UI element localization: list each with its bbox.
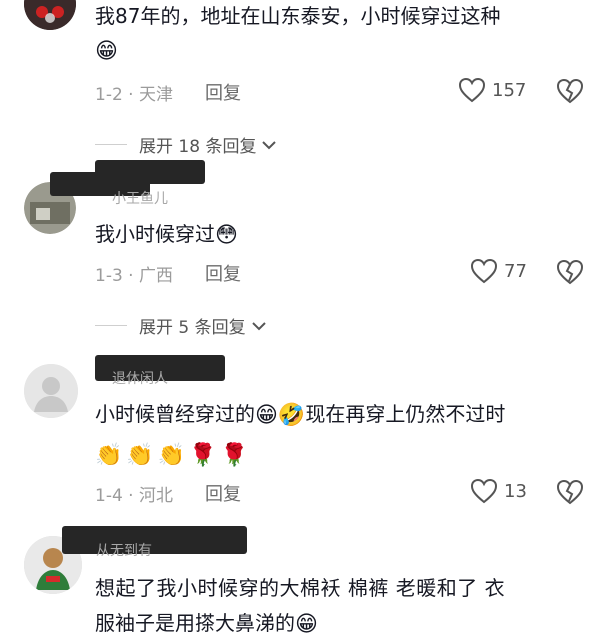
comment-meta: 1-4 · 河北 [95,486,173,506]
dislike-button[interactable] [556,259,584,289]
expand-label: 展开 18 条回复 [139,137,257,157]
broken-heart-icon [556,479,584,505]
like-button[interactable]: 157 [458,77,526,103]
comment-text-line2: 👏👏👏🌹🌹 [95,438,252,470]
comment-text: 我小时候穿过😳 [95,218,238,250]
expand-replies-button[interactable]: 展开 18 条回复 [95,132,278,157]
grin-emoji: 😁 [295,611,318,637]
comment-text-body-2: 服袖子是用搽大鼻涕的 [95,611,295,635]
expand-label: 展开 5 条回复 [139,318,246,338]
chevron-down-icon [262,140,277,149]
comment-meta: 1-3 · 广西 [95,266,173,286]
heart-icon [470,258,498,284]
username[interactable]: 从无到有 [96,540,152,560]
comment-text: 想起了我小时候穿的大棉袄 棉裤 老暖和了 衣 [95,576,506,600]
comment-text: 小时候曾经穿过的😁🤣现在再穿上仍然不过时 [95,398,505,430]
username-redaction [62,526,247,554]
comment-text-body: 小时候曾经穿过的 [95,402,255,426]
divider-line [95,144,127,145]
like-count: 13 [504,480,527,502]
comment-text-line2: 服袖子是用搽大鼻涕的😁 [95,607,318,639]
heart-icon [470,478,498,504]
like-count: 77 [504,260,527,282]
comment-text-body-2: 现在再穿上仍然不过时 [305,402,506,426]
username[interactable]: 小王鱼儿 [112,188,168,208]
avatar[interactable] [24,364,78,418]
heart-icon [458,77,486,103]
like-count: 157 [492,79,527,101]
dislike-button[interactable] [556,78,584,108]
comment-meta: 1-2 · 天津 [95,85,173,105]
like-button[interactable]: 13 [470,478,527,504]
avatar[interactable] [24,0,76,30]
username[interactable]: 退休闲人 [112,368,168,388]
broken-heart-icon [556,78,584,104]
comment-text: 我87年的，地址在山东泰安，小时候穿过这种 [95,4,501,28]
reply-button[interactable]: 回复 [205,480,241,506]
grin-emoji: 😁 [95,38,118,64]
divider-line [95,325,127,326]
dislike-button[interactable] [556,479,584,509]
like-button[interactable]: 77 [470,258,527,284]
username-redaction [95,160,205,184]
grin-laugh-emoji: 😁🤣 [255,402,306,428]
comment-text-line2: 😁 [95,34,118,66]
comment-text-body: 我小时候穿过 [95,222,215,246]
chevron-down-icon [251,321,266,330]
reply-button[interactable]: 回复 [205,260,241,286]
broken-heart-icon [556,259,584,285]
clap-rose-emoji: 👏👏👏🌹🌹 [95,442,252,468]
expand-replies-button[interactable]: 展开 5 条回复 [95,313,268,338]
reply-button[interactable]: 回复 [205,79,241,105]
flushed-emoji: 😳 [215,222,238,248]
